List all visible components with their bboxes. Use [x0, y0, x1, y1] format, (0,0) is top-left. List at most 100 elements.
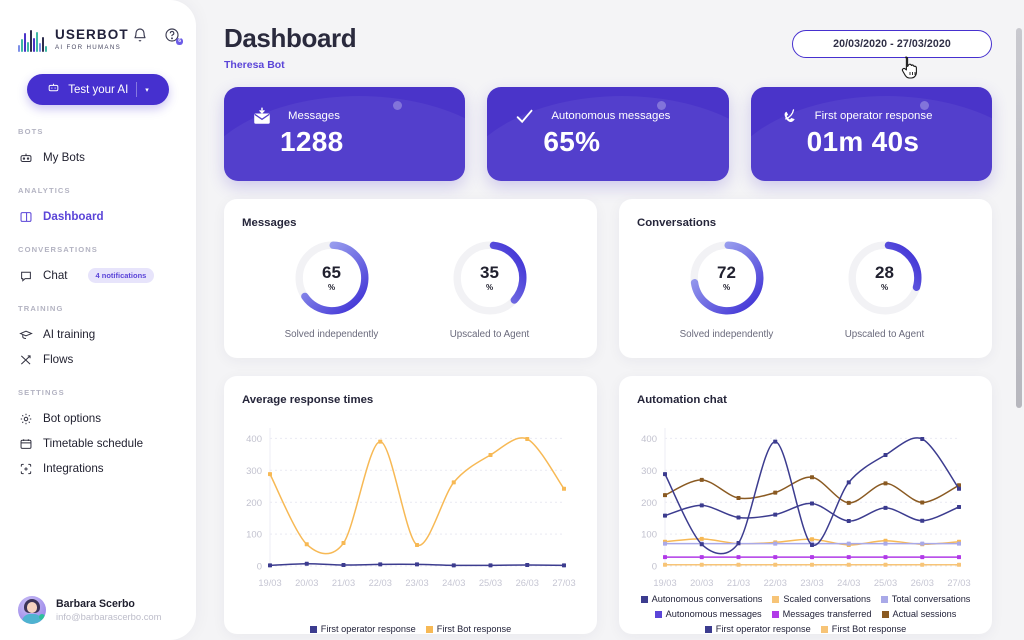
svg-text:22/03: 22/03: [764, 578, 787, 588]
robot-icon: [18, 150, 33, 165]
legend-label: Autonomous messages: [665, 608, 762, 619]
page-scrollbar[interactable]: [1016, 28, 1022, 408]
chart-automation-chat: Automation chat 0 100 200 300 400 19/03 20/03 2…: [619, 375, 992, 634]
donut-caption: Upscaled to Agent: [844, 329, 925, 340]
nav-group-settings: SETTINGS: [18, 388, 65, 397]
svg-text:27/03: 27/03: [552, 578, 575, 588]
sidebar-item-chat[interactable]: Chat 4 notifications: [18, 263, 196, 288]
sidebar-label: Flows: [43, 353, 74, 366]
svg-text:0: 0: [652, 561, 657, 572]
date-range-picker[interactable]: 20/03/2020 - 27/03/2020: [792, 30, 992, 79]
kpi-card-autonomous-messages[interactable]: Autonomous messages 65%: [487, 87, 729, 181]
brand-tagline: AI FOR HUMANS: [55, 43, 122, 51]
legend-label: First operator response: [320, 623, 416, 634]
legend-item[interactable]: First operator response: [704, 623, 811, 634]
sidebar-label: Integrations: [43, 462, 104, 475]
sidebar-item-bot-options[interactable]: Bot options: [18, 406, 196, 431]
svg-text:100: 100: [246, 529, 262, 540]
svg-text:300: 300: [246, 465, 262, 476]
legend-item[interactable]: First Bot response: [425, 623, 511, 634]
donut-value: 72: [717, 263, 736, 282]
test-your-ai-button[interactable]: Test your AI ▾: [27, 74, 169, 105]
brand-logo-block: USERBOT AI FOR HUMANS: [0, 0, 196, 52]
panel-title: Messages: [242, 217, 297, 229]
user-profile[interactable]: Barbara Scerbo info@barbarascerbo.com: [0, 580, 196, 640]
legend-item[interactable]: First Bot response: [820, 623, 906, 634]
panel-messages: Messages 65 % Solved independently 35 % …: [224, 199, 597, 358]
kpi-card-messages[interactable]: Messages 1288: [224, 87, 466, 181]
chat-notification-badge: 4 notifications: [87, 268, 155, 283]
page-subtitle[interactable]: Theresa Bot: [224, 59, 356, 71]
page-header: Dashboard Theresa Bot 20/03/2020 - 27/03…: [224, 0, 1012, 79]
svg-text:21/03: 21/03: [727, 578, 750, 588]
mouse-cursor-icon: [901, 56, 917, 79]
svg-text:200: 200: [246, 497, 262, 508]
sidebar-label: Chat: [43, 269, 68, 282]
legend-swatch: [772, 595, 780, 603]
sidebar-label: Bot options: [43, 412, 102, 425]
sidebar-item-integrations[interactable]: Integrations: [18, 456, 196, 481]
svg-text:0: 0: [257, 561, 262, 572]
legend-label: Messages transferred: [782, 608, 872, 619]
donut-messages-upscaled: 35 % Upscaled to Agent: [425, 237, 555, 342]
legend-swatch: [425, 625, 433, 633]
svg-text:19/03: 19/03: [258, 578, 281, 588]
legend-item[interactable]: Autonomous messages: [654, 608, 762, 621]
legend-swatch: [771, 610, 779, 618]
sidebar-item-dashboard[interactable]: Dashboard: [18, 204, 196, 229]
bot-icon: [47, 81, 60, 99]
svg-text:200: 200: [641, 497, 657, 508]
legend-item[interactable]: Autonomous conversations: [640, 593, 762, 606]
legend-item[interactable]: First operator response: [309, 623, 416, 634]
svg-text:27/03: 27/03: [947, 578, 970, 588]
calendar-icon: [18, 436, 33, 451]
line-chart-canvas[interactable]: 0 100 200 300 400 19/03 20/03 21/03 22/03 23/03 24…: [619, 410, 971, 600]
sidebar-label: Dashboard: [43, 210, 104, 223]
legend-swatch: [640, 595, 648, 603]
puzzle-plus-icon: [18, 461, 33, 476]
sidebar-item-timetable-schedule[interactable]: Timetable schedule: [18, 431, 196, 456]
legend-swatch: [704, 625, 712, 633]
sidebar-item-flows[interactable]: Flows: [18, 347, 196, 372]
svg-text:400: 400: [641, 433, 657, 444]
donut-conversations-solved: 72 % Solved independently: [662, 237, 792, 342]
sidebar-label: AI training: [43, 328, 96, 341]
bell-icon[interactable]: [132, 27, 148, 43]
legend-item[interactable]: Scaled conversations: [772, 593, 871, 606]
page-title: Dashboard: [224, 23, 357, 53]
legend-item[interactable]: Actual sessions: [881, 608, 957, 621]
svg-text:23/03: 23/03: [405, 578, 428, 588]
sidebar-item-my-bots[interactable]: My Bots: [18, 145, 196, 170]
chat-bubble-icon: [18, 268, 33, 283]
legend-label: Actual sessions: [892, 608, 957, 619]
main-content: Dashboard Theresa Bot 20/03/2020 - 27/03…: [196, 0, 1024, 640]
nav-group-conversations: CONVERSATIONS: [18, 245, 98, 254]
legend-item[interactable]: Messages transferred: [771, 608, 872, 621]
legend-label: Scaled conversations: [783, 593, 871, 604]
svg-text:21/03: 21/03: [332, 578, 355, 588]
kpi-card-first-operator-response[interactable]: First operator response 01m 40s: [750, 87, 992, 181]
line-chart-canvas[interactable]: 0 100 200 300 400 19/03 20/03 21/03 22/03 23/03 24…: [224, 410, 576, 600]
sidebar-item-ai-training[interactable]: AI training: [18, 322, 196, 347]
chevron-down-icon[interactable]: ▾: [145, 86, 149, 94]
user-name: Barbara Scerbo: [56, 597, 135, 610]
donut-messages-solved: 65 % Solved independently: [267, 237, 397, 342]
help-icon[interactable]: 6: [164, 27, 183, 45]
donut-caption: Solved independently: [679, 329, 774, 340]
divider: [136, 82, 138, 97]
svg-text:24/03: 24/03: [442, 578, 465, 588]
donut-unit: %: [722, 283, 731, 292]
sidebar-header-icons: 6: [132, 27, 183, 45]
svg-text:26/03: 26/03: [911, 578, 934, 588]
test-your-ai-label: Test your AI: [68, 83, 129, 96]
legend-label: First operator response: [715, 623, 811, 634]
dashboard-app: USERBOT AI FOR HUMANS 6 Test your AI ▾ B…: [0, 0, 1024, 640]
legend-swatch: [820, 625, 828, 633]
svg-text:20/03: 20/03: [295, 578, 318, 588]
legend-item[interactable]: Total conversations: [880, 593, 970, 606]
legend-swatch: [881, 610, 889, 618]
chart-legend: Autonomous conversations Scaled conversat…: [619, 591, 992, 634]
svg-text:24/03: 24/03: [837, 578, 860, 588]
donut-caption: Upscaled to Agent: [449, 329, 530, 340]
sidebar-label: Timetable schedule: [43, 437, 144, 450]
